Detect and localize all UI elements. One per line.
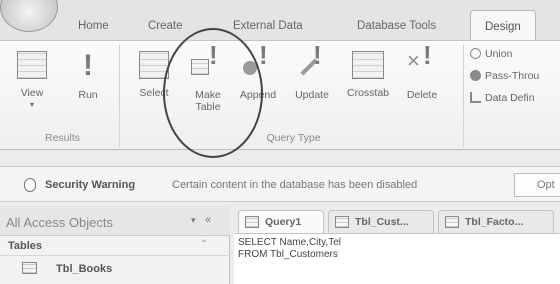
sql-line: FROM Tbl_Customers <box>238 249 338 260</box>
nav-pane-title: All Access Objects <box>6 215 113 230</box>
tab-home[interactable]: Home <box>78 20 109 32</box>
view-button[interactable]: View ▾ <box>10 47 54 127</box>
highlight-circle <box>163 28 263 158</box>
security-options-button[interactable]: Opt <box>514 173 560 197</box>
ribbon-tab-bar: Home Create External Data Database Tools… <box>0 0 560 40</box>
chevron-down-icon: ▾ <box>29 100 34 109</box>
tab-design[interactable]: Design <box>470 10 536 40</box>
doc-tab-label: Tbl_Facto... <box>465 216 524 228</box>
results-group: View ▾ ! Run Results <box>6 45 120 147</box>
sql-editor[interactable]: SELECT Name,City,Tel FROM Tbl_Customers <box>234 233 560 284</box>
navigation-pane: All Access Objects ▾ « Tables ⌃ Tbl_Book… <box>0 206 230 284</box>
sql-line: SELECT Name,City,Tel <box>238 237 341 248</box>
section-collapse-icon[interactable]: ⌃ <box>200 239 208 250</box>
run-button[interactable]: ! Run <box>66 47 110 127</box>
nav-dropdown-icon[interactable]: ▾ <box>191 215 196 226</box>
results-group-label: Results <box>44 132 80 144</box>
document-tabs: Query1 Tbl_Cust... Tbl_Facto... <box>234 206 560 234</box>
nav-item-tbl-books[interactable]: Tbl_Books <box>0 258 230 278</box>
pass-through-label: Pass-Throu <box>485 70 540 82</box>
run-label: Run <box>78 89 98 101</box>
table-icon <box>22 262 37 274</box>
doc-tab-tbl-customers[interactable]: Tbl_Cust... <box>328 210 434 234</box>
update-label: Update <box>295 89 329 101</box>
data-definition-button[interactable]: Data Defin <box>470 87 539 109</box>
delete-label: Delete <box>406 89 438 101</box>
nav-section-tables[interactable]: Tables ⌃ <box>0 236 230 256</box>
update-button[interactable]: ! Update <box>290 42 334 127</box>
tab-database-tools[interactable]: Database Tools <box>357 20 436 32</box>
data-definition-icon <box>470 92 481 103</box>
run-exclamation-icon: ! <box>83 49 93 82</box>
data-definition-label: Data Defin <box>485 92 535 104</box>
table-icon <box>335 216 349 228</box>
union-icon <box>470 48 481 59</box>
query-icon <box>245 216 259 228</box>
crosstab-label: Crosstab <box>346 87 389 99</box>
delete-button[interactable]: × ! Delete <box>400 40 444 127</box>
nav-section-label: Tables <box>8 240 43 252</box>
doc-tab-tbl-factory[interactable]: Tbl_Facto... <box>438 210 554 234</box>
update-pencil-icon: ! <box>295 42 329 81</box>
doc-tab-query1[interactable]: Query1 <box>238 210 324 234</box>
view-label: View <box>20 87 44 99</box>
crosstab-button[interactable]: Crosstab <box>346 47 390 127</box>
doc-tab-label: Tbl_Cust... <box>355 216 409 228</box>
security-warning-bar: Security Warning Certain content in the … <box>0 166 560 202</box>
union-button[interactable]: Union <box>470 43 539 65</box>
globe-icon <box>470 70 481 81</box>
office-button[interactable] <box>0 0 58 32</box>
security-warning-title: Security Warning <box>45 179 136 191</box>
nav-pane-header[interactable]: All Access Objects ▾ « <box>0 206 230 236</box>
nav-collapse-icon[interactable]: « <box>205 214 211 226</box>
doc-tab-label: Query1 <box>265 216 302 228</box>
query-type-small-items: Union Pass-Throu Data Defin <box>470 43 539 109</box>
ribbon: View ▾ ! Run Results Select ! Make Table… <box>0 40 560 150</box>
table-icon <box>445 216 459 228</box>
pass-through-button[interactable]: Pass-Throu <box>470 65 539 87</box>
delete-x-icon: × ! <box>407 40 432 73</box>
tab-external-data[interactable]: External Data <box>233 20 303 32</box>
crosstab-icon <box>352 51 384 79</box>
security-shield-icon <box>24 178 36 192</box>
union-label: Union <box>485 48 513 60</box>
tab-create[interactable]: Create <box>148 20 183 32</box>
nav-item-label: Tbl_Books <box>56 263 113 275</box>
datasheet-view-icon <box>17 51 47 79</box>
security-warning-message: Certain content in the database has been… <box>172 179 418 191</box>
